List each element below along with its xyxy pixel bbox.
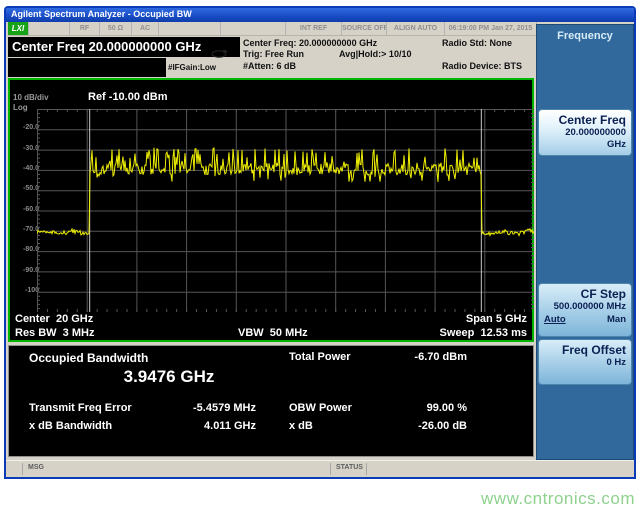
y-tick-label: -80.0 — [11, 246, 39, 253]
y-tick-label: -40.0 — [11, 165, 39, 172]
sweep-loop-icon — [209, 49, 229, 59]
sweep-annotation: Sweep 12.53 ms — [440, 327, 527, 339]
obw-power-label: OBW Power — [289, 402, 352, 414]
ref-level-label: Ref -10.00 dBm — [88, 91, 167, 103]
status-cell-blank1 — [29, 22, 70, 35]
watermark: www.cntronics.com — [400, 489, 635, 509]
status-cell-align: ALIGN AUTO — [387, 22, 445, 35]
analyzer-window: Agilent Spectrum Analyzer - Occupied BW … — [4, 6, 636, 479]
active-function-text: Center Freq 20.000000000 GHz — [12, 39, 201, 54]
softkey-panel: Frequency Center Freq 20.000000000 GHz C… — [536, 24, 634, 460]
y-tick-label: -90.0 — [11, 267, 39, 274]
softkey-cf-step-label: CF Step — [544, 287, 626, 301]
y-tick-label: -60.0 — [11, 206, 39, 213]
status-cell-datetime: 06:19:00 PM Jan 27, 2015 — [445, 22, 537, 35]
softkey-freq-offset-label: Freq Offset — [544, 343, 626, 357]
xdb-bandwidth-value: 4.011 GHz — [139, 420, 256, 432]
softkey-freq-offset[interactable]: Freq Offset 0 Hz — [538, 339, 632, 385]
annot-radio-device: Radio Device: BTS — [442, 61, 522, 71]
xdb-value: -26.00 dB — [349, 420, 467, 432]
status-bar-divider — [366, 463, 367, 475]
transmit-freq-error-label: Transmit Freq Error — [29, 402, 132, 414]
status-cell-impedance: 50 Ω — [100, 22, 132, 35]
annot-avg-hold: Avg|Hold:> 10/10 — [339, 49, 411, 59]
status-cell-blank2 — [159, 22, 221, 35]
softkey-center-freq[interactable]: Center Freq 20.000000000 GHz — [538, 109, 632, 156]
status-bar: MSG STATUS — [6, 460, 634, 476]
annot-atten: #Atten: 6 dB — [243, 61, 296, 71]
obw-value: 3.9476 GHz — [69, 367, 269, 387]
spectrum-display: 10 dB/div Log Ref -10.00 dBm -20.0 -30.0… — [8, 78, 534, 342]
obw-power-value: 99.00 % — [349, 402, 467, 414]
span-annotation: Span 5 GHz — [466, 313, 527, 325]
softkey-center-freq-label: Center Freq — [544, 113, 626, 127]
xdb-bandwidth-label: x dB Bandwidth — [29, 420, 112, 432]
window-titlebar[interactable]: Agilent Spectrum Analyzer - Occupied BW — [6, 8, 634, 22]
transmit-freq-error-value: -5.4579 MHz — [139, 402, 256, 414]
annot-center-freq: Center Freq: 20.000000000 GHz — [243, 38, 377, 48]
instrument-status-strip: LXI RF 50 Ω AC INT REF SOURCE OFF ALIGN … — [8, 22, 537, 36]
annot-radio-std: Radio Std: None — [442, 38, 512, 48]
y-tick-label: -50.0 — [11, 185, 39, 192]
msg-label: MSG — [28, 464, 44, 471]
res-bw-annotation: Res BW 3 MHz — [15, 327, 94, 339]
status-cell-coupling: AC — [132, 22, 159, 35]
vbw-annotation: VBW 50 MHz — [238, 327, 308, 339]
obw-label: Occupied Bandwidth — [29, 351, 148, 365]
y-tick-label: -100 — [11, 287, 39, 294]
status-cell-rf: RF — [70, 22, 100, 35]
secondary-readout-box — [8, 58, 166, 77]
xdb-label: x dB — [289, 420, 313, 432]
active-function-readout: Center Freq 20.000000000 GHz — [8, 37, 240, 57]
status-label: STATUS — [336, 464, 363, 471]
status-cell-source: SOURCE OFF — [342, 22, 387, 35]
measurement-results-panel: Occupied Bandwidth 3.9476 GHz Transmit F… — [8, 345, 534, 457]
total-power-value: -6.70 dBm — [349, 351, 467, 363]
softkey-cf-step-value: 500.000000 MHz — [544, 301, 626, 313]
ifgain-label: #IFGain:Low — [168, 63, 216, 72]
y-tick-label: -20.0 — [11, 124, 39, 131]
status-cell-blank3 — [221, 22, 286, 35]
log-label: Log — [13, 103, 28, 112]
softkey-center-freq-value: 20.000000000 GHz — [544, 127, 626, 151]
y-tick-label: -70.0 — [11, 226, 39, 233]
cf-step-auto-option[interactable]: Auto — [544, 313, 566, 326]
annot-trig: Trig: Free Run — [243, 49, 304, 59]
total-power-label: Total Power — [289, 351, 351, 363]
cf-step-man-option[interactable]: Man — [607, 313, 626, 326]
window-title: Agilent Spectrum Analyzer - Occupied BW — [11, 9, 192, 19]
softkey-freq-offset-value: 0 Hz — [544, 357, 626, 369]
y-tick-label: -30.0 — [11, 145, 39, 152]
lxi-badge: LXI — [8, 22, 29, 35]
center-freq-annotation: Center 20 GHz — [15, 313, 93, 325]
graticule — [37, 109, 534, 312]
softkey-menu-title: Frequency — [537, 30, 633, 42]
scale-label: 10 dB/div — [13, 93, 49, 102]
screenshot-root: Agilent Spectrum Analyzer - Occupied BW … — [0, 0, 640, 522]
status-cell-int-ref: INT REF — [286, 22, 342, 35]
softkey-cf-step[interactable]: CF Step 500.000000 MHz Auto Man — [538, 283, 632, 337]
status-bar-divider — [22, 463, 23, 475]
status-bar-divider — [330, 463, 331, 475]
